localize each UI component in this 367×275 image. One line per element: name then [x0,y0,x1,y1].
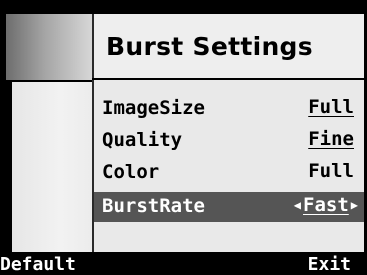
default-softkey[interactable]: Default [0,254,76,275]
page-title: Burst Settings [106,32,313,61]
setting-value[interactable]: Full [308,96,354,118]
title-bar: Burst Settings [92,14,364,78]
left-arrow-icon[interactable]: ◀ [294,199,301,211]
setting-value-selector[interactable]: ◀ Fast ▶ [294,194,358,216]
setting-value[interactable]: Full [308,160,354,182]
right-arrow-icon[interactable]: ▶ [351,199,358,211]
decorative-panel-bottom [12,82,92,252]
settings-list: ImageSize Full Quality Fine Color Full B… [92,80,364,252]
setting-row-image-size[interactable]: ImageSize Full [94,94,364,124]
decorative-panel-top [6,14,92,80]
setting-label: Color [102,161,160,183]
setting-row-color[interactable]: Color Full [94,158,364,188]
softkey-bar: Default Exit [0,254,367,275]
setting-label: ImageSize [102,97,205,119]
setting-value[interactable]: Fine [308,128,354,150]
setting-label: BurstRate [102,195,205,217]
setting-row-quality[interactable]: Quality Fine [94,126,364,156]
setting-label: Quality [102,129,183,151]
exit-softkey[interactable]: Exit [308,254,351,275]
setting-value: Fast [303,194,349,216]
camera-menu-screen: Burst Settings ImageSize Full Quality Fi… [0,0,367,255]
setting-row-burst-rate[interactable]: BurstRate ◀ Fast ▶ [94,192,364,222]
